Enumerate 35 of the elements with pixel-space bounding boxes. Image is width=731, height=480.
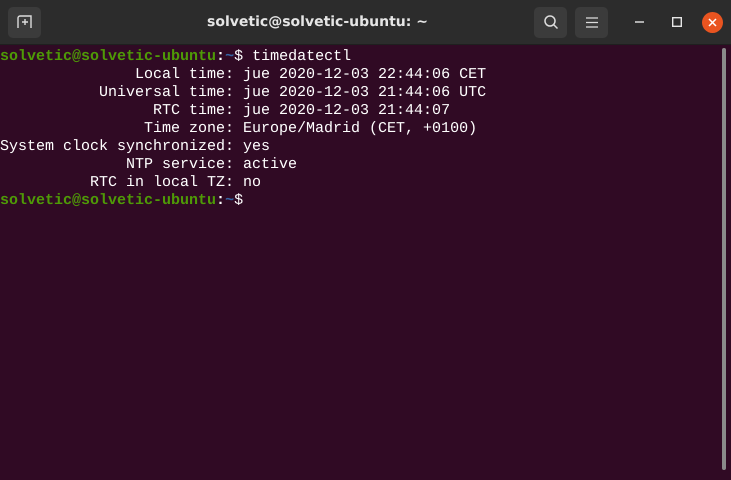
maximize-icon: [672, 17, 682, 27]
prompt-user: solvetic@solvetic-ubuntu: [0, 192, 216, 210]
menu-icon: [586, 16, 598, 28]
search-button[interactable]: [534, 6, 567, 38]
output-label: RTC in local TZ:: [89, 174, 234, 192]
minimize-icon: [634, 21, 644, 23]
prompt-path: ~: [225, 48, 234, 66]
prompt-separator: :: [216, 192, 226, 210]
scrollbar[interactable]: [722, 48, 726, 470]
output-value: active: [243, 156, 298, 174]
new-tab-icon: [16, 15, 32, 29]
output-label: NTP service:: [125, 156, 234, 174]
output-value: jue 2020-12-03 21:44:06 UTC: [243, 84, 486, 102]
output-value: yes: [243, 138, 270, 156]
menu-button[interactable]: [575, 6, 608, 38]
new-tab-button[interactable]: [8, 6, 41, 38]
output-value: jue 2020-12-03 21:44:07: [243, 102, 450, 120]
command-text: timedatectl: [252, 48, 352, 66]
output-label: Local time:: [134, 66, 234, 84]
prompt-symbol: $: [234, 192, 244, 210]
output-label: RTC time:: [152, 102, 234, 120]
prompt-path: ~: [225, 192, 234, 210]
output-label: Time zone:: [143, 120, 234, 138]
prompt-symbol: $: [234, 48, 244, 66]
prompt-separator: :: [216, 48, 226, 66]
output-label: System clock synchronized:: [0, 138, 234, 156]
output-value: no: [243, 174, 262, 192]
close-button[interactable]: [702, 12, 723, 32]
prompt-user: solvetic@solvetic-ubuntu: [0, 48, 216, 66]
window-title: solvetic@solvetic-ubuntu: ~: [206, 14, 429, 30]
search-icon: [542, 14, 558, 30]
output-value: jue 2020-12-03 22:44:06 CET: [243, 66, 486, 84]
output-value: Europe/Madrid (CET, +0100): [243, 120, 478, 138]
close-icon: [708, 18, 717, 26]
output-label: Universal time:: [98, 84, 234, 102]
